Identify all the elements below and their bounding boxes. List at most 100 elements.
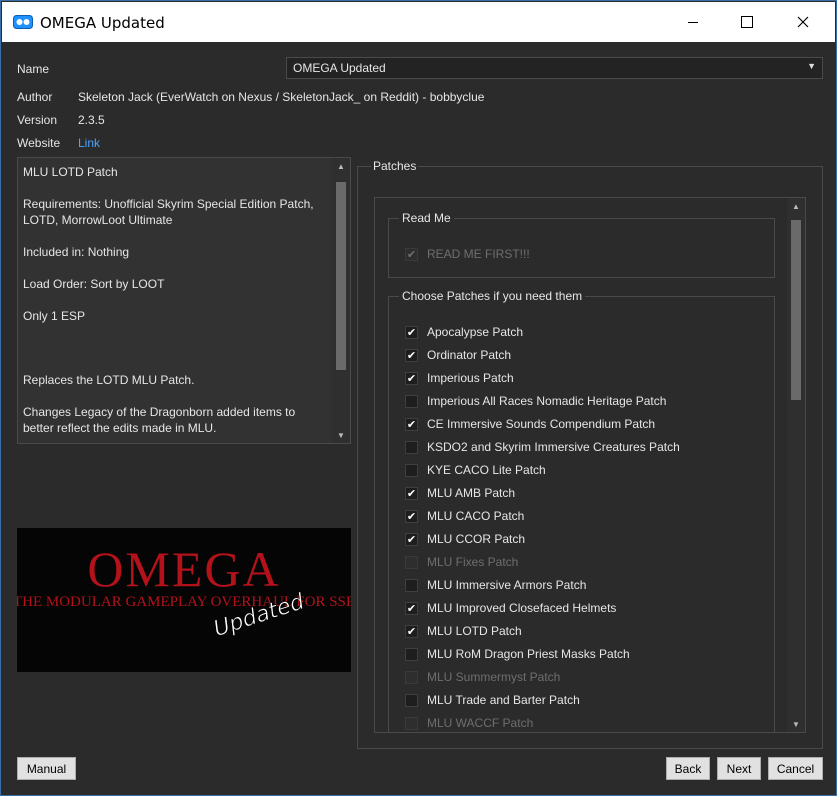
close-icon	[797, 16, 809, 28]
version-label: Version	[17, 113, 58, 127]
option-mlu-closefaced-helmets[interactable]: ✔ MLU Improved Closefaced Helmets	[405, 599, 616, 617]
option-label: MLU Improved Closefaced Helmets	[427, 601, 617, 615]
checkbox-checked-icon[interactable]: ✔	[405, 371, 418, 385]
website-link[interactable]: Link	[78, 136, 100, 150]
description-line: Only 1 ESP	[23, 309, 86, 323]
chevron-down-icon: ▼	[807, 61, 816, 71]
description-scrollbar[interactable]: ▲ ▼	[332, 158, 350, 443]
checkbox-unchecked-icon[interactable]	[405, 440, 418, 454]
description-line: MLU LOTD Patch	[23, 165, 118, 179]
omega-banner-art: OMEGA THE MODULAR GAMEPLAY OVERHAUL FOR …	[17, 528, 351, 672]
scroll-up-icon[interactable]: ▲	[787, 198, 805, 214]
option-label: MLU CACO Patch	[427, 509, 525, 523]
option-label: MLU Trade and Barter Patch	[427, 693, 580, 707]
description-line: Included in: Nothing	[23, 245, 130, 259]
option-mlu-lotd-patch[interactable]: ✔ MLU LOTD Patch	[405, 622, 522, 640]
window-title: OMEGA Updated	[40, 14, 165, 32]
scroll-up-icon[interactable]: ▲	[332, 158, 350, 174]
maximize-icon	[741, 16, 753, 28]
checkbox-checked-icon[interactable]: ✔	[405, 509, 418, 523]
checkbox-unchecked-icon[interactable]	[405, 716, 418, 730]
option-imperious-patch[interactable]: ✔ Imperious Patch	[405, 369, 514, 387]
option-ordinator-patch[interactable]: ✔ Ordinator Patch	[405, 346, 511, 364]
option-label: MLU CCOR Patch	[427, 532, 526, 546]
manual-button[interactable]: Manual	[17, 757, 76, 780]
minimize-button[interactable]	[665, 2, 721, 42]
close-button[interactable]	[775, 2, 831, 42]
group-title: Choose Patches if you need them	[399, 289, 586, 303]
option-label: MLU RoM Dragon Priest Masks Patch	[427, 647, 630, 661]
option-mlu-trade-and-barter-patch[interactable]: MLU Trade and Barter Patch	[405, 691, 580, 709]
checkbox-unchecked-icon[interactable]	[405, 555, 418, 569]
option-label: MLU Fixes Patch	[427, 555, 519, 569]
scrollbar-thumb[interactable]	[791, 220, 801, 400]
description-panel[interactable]: MLU LOTD Patch Requirements: Unofficial …	[17, 157, 351, 444]
minimize-icon	[688, 22, 698, 23]
option-label: KSDO2 and Skyrim Immersive Creatures Pat…	[427, 440, 680, 454]
website-label: Website	[17, 136, 61, 150]
cancel-button[interactable]: Cancel	[768, 757, 823, 780]
option-mlu-waccf-patch[interactable]: MLU WACCF Patch	[405, 714, 533, 732]
checkbox-unchecked-icon[interactable]	[405, 670, 418, 684]
title-bar[interactable]: OMEGA Updated	[2, 2, 835, 42]
description-line	[23, 340, 329, 356]
option-label: READ ME FIRST!!!	[427, 247, 530, 261]
description-text: MLU LOTD Patch Requirements: Unofficial …	[23, 164, 329, 452]
checkbox-unchecked-icon[interactable]	[405, 693, 418, 707]
option-kye-caco-lite-patch[interactable]: KYE CACO Lite Patch	[405, 461, 546, 479]
patches-title: Patches	[371, 159, 419, 173]
checkbox-checked-icon[interactable]: ✔	[405, 624, 418, 638]
option-read-me-first[interactable]: ✔ READ ME FIRST!!!	[405, 245, 530, 263]
option-label: MLU AMB Patch	[427, 486, 516, 500]
omega-banner-image: OMEGA THE MODULAR GAMEPLAY OVERHAUL FOR …	[17, 528, 351, 672]
option-label: MLU LOTD Patch	[427, 624, 522, 638]
checkbox-checked-icon[interactable]: ✔	[405, 601, 418, 615]
option-label: CE Immersive Sounds Compendium Patch	[427, 417, 656, 431]
checkbox-checked-icon[interactable]: ✔	[405, 348, 418, 362]
checkbox-checked-icon[interactable]: ✔	[405, 325, 418, 339]
patches-scrollbar[interactable]: ▲ ▼	[787, 198, 805, 732]
option-label: Imperious Patch	[427, 371, 514, 385]
option-label: KYE CACO Lite Patch	[427, 463, 546, 477]
name-label: Name	[17, 62, 50, 76]
description-line: Load Order: Sort by LOOT	[23, 277, 165, 291]
banner-title: OMEGA	[87, 541, 280, 597]
option-mlu-immersive-armors-patch[interactable]: MLU Immersive Armors Patch	[405, 576, 586, 594]
installer-window: OMEGA Updated Name OMEGA Updated ▼ Autho…	[0, 0, 837, 796]
back-button[interactable]: Back	[666, 757, 710, 780]
checkbox-unchecked-icon[interactable]	[405, 647, 418, 661]
scroll-down-icon[interactable]: ▼	[332, 427, 350, 443]
group-title: Read Me	[399, 211, 454, 225]
option-ksdo2-sic-patch[interactable]: KSDO2 and Skyrim Immersive Creatures Pat…	[405, 438, 680, 456]
checkbox-checked-icon[interactable]: ✔	[405, 532, 418, 546]
option-imperious-nomadic-heritage-patch[interactable]: Imperious All Races Nomadic Heritage Pat…	[405, 392, 666, 410]
scrollbar-thumb[interactable]	[336, 182, 346, 370]
option-apocalypse-patch[interactable]: ✔ Apocalypse Patch	[405, 323, 523, 341]
option-mlu-ccor-patch[interactable]: ✔ MLU CCOR Patch	[405, 530, 525, 548]
description-line: Requirements: Unofficial Skyrim Special …	[23, 197, 314, 227]
checkbox-checked-icon[interactable]: ✔	[405, 417, 418, 431]
checkbox-checked-icon[interactable]: ✔	[405, 247, 418, 261]
checkbox-unchecked-icon[interactable]	[405, 463, 418, 477]
name-select-value: OMEGA Updated	[293, 61, 386, 75]
option-mlu-fixes-patch[interactable]: MLU Fixes Patch	[405, 553, 518, 571]
installer-body: Name OMEGA Updated ▼ Author Skeleton Jac…	[2, 42, 835, 794]
description-line: Replaces the LOTD MLU Patch.	[23, 373, 195, 387]
option-mlu-amb-patch[interactable]: ✔ MLU AMB Patch	[405, 484, 515, 502]
checkbox-unchecked-icon[interactable]	[405, 578, 418, 592]
option-ce-immersive-sounds-patch[interactable]: ✔ CE Immersive Sounds Compendium Patch	[405, 415, 655, 433]
option-mlu-rom-dragon-priest-masks-patch[interactable]: MLU RoM Dragon Priest Masks Patch	[405, 645, 630, 663]
option-mlu-summermyst-patch[interactable]: MLU Summermyst Patch	[405, 668, 560, 686]
author-value: Skeleton Jack (EverWatch on Nexus / Skel…	[78, 90, 485, 104]
maximize-button[interactable]	[719, 2, 775, 42]
scroll-down-icon[interactable]: ▼	[787, 716, 805, 732]
next-button[interactable]: Next	[717, 757, 761, 780]
checkbox-checked-icon[interactable]: ✔	[405, 486, 418, 500]
option-mlu-caco-patch[interactable]: ✔ MLU CACO Patch	[405, 507, 524, 525]
checkbox-unchecked-icon[interactable]	[405, 394, 418, 408]
version-value: 2.3.5	[78, 113, 105, 127]
option-label: Imperious All Races Nomadic Heritage Pat…	[427, 394, 667, 408]
name-select[interactable]: OMEGA Updated ▼	[286, 57, 823, 79]
app-icon	[13, 15, 33, 29]
patches-scroll-area[interactable]: Read Me ✔ READ ME FIRST!!! Choose Patche…	[374, 197, 806, 733]
